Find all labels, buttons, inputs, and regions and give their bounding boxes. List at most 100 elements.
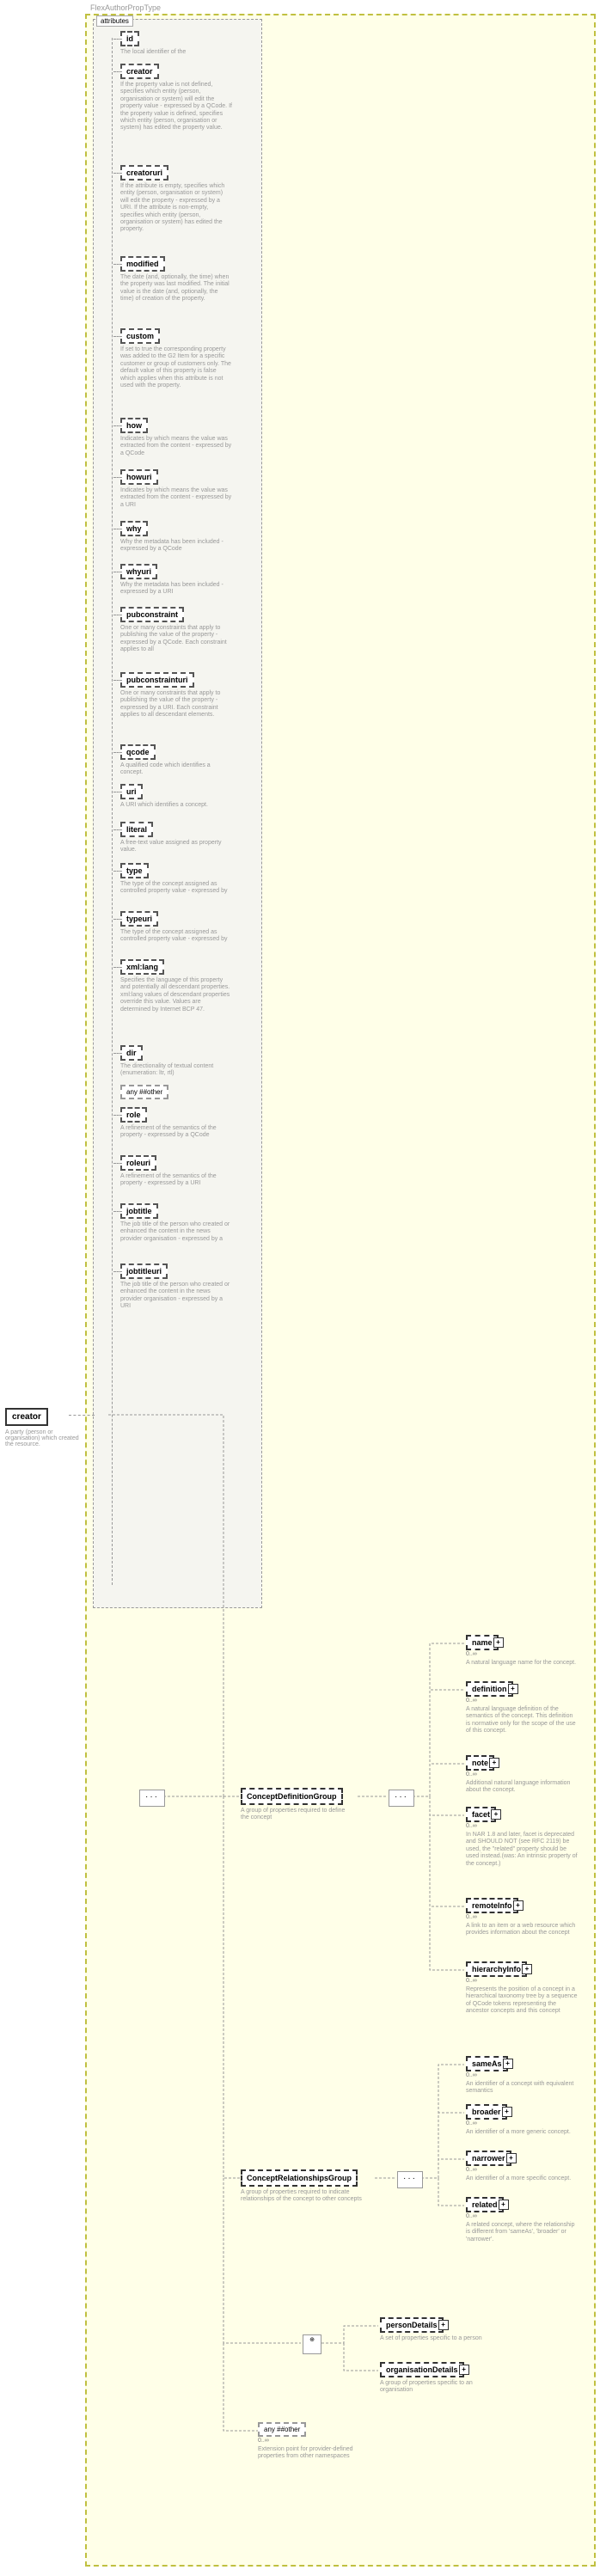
attr-name: why <box>120 521 148 536</box>
attr-name: typeuri <box>120 911 158 927</box>
attr-name: type <box>120 863 149 878</box>
element-name: remoteInfo+ <box>466 1898 518 1913</box>
attribute-modified: modified The date (and, optionally, the t… <box>120 256 232 303</box>
expand-icon[interactable]: + <box>503 2059 513 2069</box>
root-element: creator A party (person or organisation)… <box>5 1408 79 1447</box>
expand-icon[interactable]: + <box>506 2153 517 2163</box>
expand-icon[interactable]: + <box>499 2200 509 2210</box>
group-desc: A group of properties required to define… <box>241 1808 354 1822</box>
element-name: related+ <box>466 2197 504 2212</box>
group-name: ConceptDefinitionGroup <box>241 1788 343 1805</box>
attribute-roleuri: roleuriA refinement of the semantics of … <box>120 1155 232 1188</box>
attr-desc: Why the metadata has been included - exp… <box>120 582 232 597</box>
attr-name: uri <box>120 784 143 799</box>
element-desc: A set of properties specific to a person <box>380 2335 492 2342</box>
element-personDetails: personDetails+ A set of properties specif… <box>380 2317 492 2342</box>
expand-icon[interactable]: + <box>508 1684 518 1694</box>
element-note: note+0..∞Additional natural language inf… <box>466 1755 578 1795</box>
element-desc: A natural language definition of the sem… <box>466 1706 578 1735</box>
attribute-creatoruri: creatoruriIf the attribute is empty, spe… <box>120 165 232 234</box>
attr-desc: The job title of the person who created … <box>120 1282 232 1311</box>
attribute-jobtitleuri: jobtitleuri The job title of the person w… <box>120 1264 232 1311</box>
any-extension: any ##other 0..∞ Extension point for pro… <box>258 2422 361 2461</box>
expand-icon[interactable]: + <box>459 2365 469 2375</box>
root-desc: A party (person or organisation) which c… <box>5 1429 79 1447</box>
attribute-literal: literal A free-text value assigned as pro… <box>120 822 232 854</box>
attribute-whyuri: whyuriWhy the metadata has been included… <box>120 564 232 597</box>
choice-compositor: ⊕ <box>303 2334 321 2354</box>
attr-desc: One or many constraints that apply to pu… <box>120 690 232 719</box>
expand-icon[interactable]: + <box>513 1900 523 1911</box>
attr-desc: The type of the concept assigned as cont… <box>120 929 232 944</box>
attribute-jobtitle: jobtitleThe job title of the person who … <box>120 1203 232 1243</box>
sequence-crg <box>397 2171 423 2188</box>
element-name: hierarchyInfo+ <box>466 1961 527 1977</box>
attr-desc: A free-text value assigned as property v… <box>120 840 232 854</box>
attr-desc: Indicates by which means the value was e… <box>120 487 232 509</box>
attr-name: custom <box>120 328 160 344</box>
root-name: creator <box>5 1408 48 1426</box>
attr-desc: If the attribute is empty, specifies whi… <box>120 183 232 234</box>
attr-desc: The date (and, optionally, the time) whe… <box>120 274 232 303</box>
attribute-dir: dirThe directionality of textual content… <box>120 1045 232 1078</box>
attr-desc: The type of the concept assigned as cont… <box>120 881 232 896</box>
attr-desc: A refinement of the semantics of the pro… <box>120 1173 232 1188</box>
expand-icon[interactable]: + <box>522 1964 532 1974</box>
element-hierarchyInfo: hierarchyInfo+0..∞Represents the positio… <box>466 1961 578 2016</box>
element-organisationDetails: organisationDetails+A group of propertie… <box>380 2362 492 2395</box>
attr-name: id <box>120 31 139 46</box>
any-wildcard: any ##other <box>120 1085 168 1099</box>
element-count: 0..∞ <box>466 1698 578 1704</box>
attribute-typeuri: typeuri The type of the concept assigned … <box>120 911 232 944</box>
expand-icon[interactable]: + <box>438 2320 449 2330</box>
attr-name: role <box>120 1107 147 1123</box>
attribute-role: role A refinement of the semantics of the… <box>120 1107 232 1140</box>
expand-icon[interactable]: + <box>489 1758 499 1768</box>
attr-name: creator <box>120 64 159 79</box>
group-concept-definition: ConceptDefinitionGroup A group of proper… <box>241 1788 354 1822</box>
attr-desc: If set to true the corresponding propert… <box>120 346 232 389</box>
attr-desc: A URI which identifies a concept. <box>120 802 232 809</box>
element-count: 0..∞ <box>466 1771 578 1778</box>
attribute-type: type The type of the concept assigned as … <box>120 863 232 896</box>
element-desc: An identifier of a more generic concept. <box>466 2129 578 2136</box>
attr-desc: A qualified code which identifies a conc… <box>120 762 232 777</box>
element-remoteInfo: remoteInfo+0..∞A link to an item or a we… <box>466 1898 578 1937</box>
element-narrower: narrower+0..∞An identifier of a more spe… <box>466 2151 578 2182</box>
attr-name: literal <box>120 822 153 837</box>
element-desc: A group of properties specific to an org… <box>380 2380 492 2395</box>
attribute-xml:lang: xml:lang Specifies the language of this p… <box>120 959 232 1013</box>
sequence-cdg <box>389 1790 414 1807</box>
expand-icon[interactable]: + <box>502 2107 512 2117</box>
attribute-id: id The local identifier of the <box>120 31 232 56</box>
group-concept-relationships: ConceptRelationshipsGroup A group of pro… <box>241 2169 374 2204</box>
element-count: 0..∞ <box>466 2120 578 2126</box>
sequence-main <box>139 1790 165 1807</box>
element-desc: A link to an item or a web resource whic… <box>466 1923 578 1937</box>
expand-icon[interactable]: + <box>491 1809 501 1820</box>
attr-desc: The local identifier of the <box>120 49 232 56</box>
attr-desc: If the property value is not defined, sp… <box>120 82 232 132</box>
attr-name: xml:lang <box>120 959 164 975</box>
expand-icon[interactable]: + <box>493 1637 504 1648</box>
attr-name: dir <box>120 1045 143 1061</box>
element-desc: In NAR 1.8 and later, facet is deprecate… <box>466 1832 578 1868</box>
element-name: personDetails+ <box>380 2317 444 2333</box>
attr-desc: Indicates by which means the value was e… <box>120 436 232 457</box>
attr-name: jobtitleuri <box>120 1264 168 1279</box>
element-desc: An identifier of a more specific concept… <box>466 2175 578 2182</box>
element-name: facet+ <box>466 1807 496 1822</box>
group-name: ConceptRelationshipsGroup <box>241 2169 358 2187</box>
element-name: broader+ <box>466 2104 507 2120</box>
element-name: definition+ <box>466 1681 513 1697</box>
attribute-pubconstraint: pubconstraintOne or many constraints tha… <box>120 607 232 654</box>
element-sameAs: sameAs+0..∞An identifier of a concept wi… <box>466 2056 578 2096</box>
attr-desc: A refinement of the semantics of the pro… <box>120 1125 232 1140</box>
element-count: 0..∞ <box>466 2213 578 2219</box>
attr-desc: Specifies the language of this property … <box>120 977 232 1013</box>
attribute-qcode: qcode A qualified code which identifies a… <box>120 744 232 777</box>
element-desc: An identifier of a concept with equivale… <box>466 2081 578 2096</box>
attr-name: modified <box>120 256 165 272</box>
attribute-uri: uri A URI which identifies a concept. <box>120 784 232 809</box>
attr-name: qcode <box>120 744 156 760</box>
